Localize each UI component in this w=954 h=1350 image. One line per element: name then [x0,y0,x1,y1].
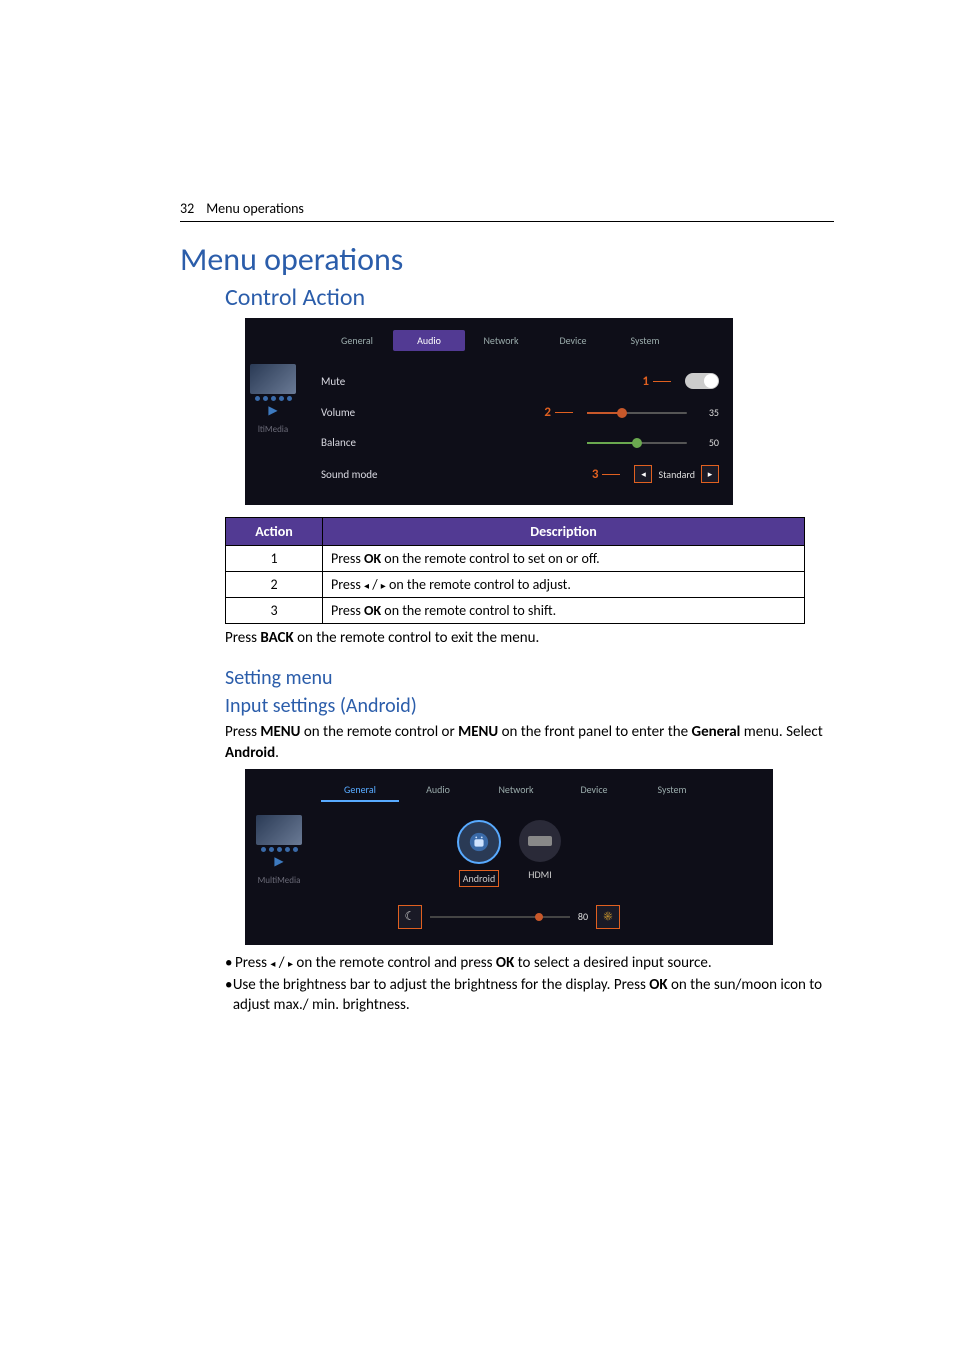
osd2-tabs: General Audio Network Device System [321,779,759,802]
tab-system[interactable]: System [633,779,711,802]
osd-audio-screenshot: ▶ ltiMedia General Audio Network Device … [245,318,733,505]
moon-icon[interactable]: ☾ [398,905,422,929]
android-icon [457,820,501,864]
th-description: Description [323,518,805,546]
bullet-2: • Use the brightness bar to adjust the b… [225,975,834,1016]
arrow-left-icon[interactable]: ◂ [634,465,652,483]
action-idx-1: 1 [226,546,323,572]
exit-menu-line: Press BACK on the remote control to exit… [225,628,834,648]
row-soundmode: Sound mode 3 ◂ Standard ▸ [259,457,719,491]
row-balance: Balance 50 [259,428,719,457]
mute-toggle[interactable] [685,373,719,389]
brightness-row: ☾ 80 ☀ [259,905,759,929]
bullet-1: • Press ◂ / ▸ on the remote control and … [225,953,834,973]
action-table: Action Description 1 Press OK on the rem… [225,517,805,624]
source-hdmi-label: HDMI [528,868,551,881]
osd-general-screenshot: ▶ MultiMedia General Audio Network Devic… [245,769,773,945]
heading-setting-menu: Setting menu [225,666,834,690]
hdmi-icon [519,820,561,862]
heading-menu-operations: Menu operations [180,240,834,279]
tab-audio[interactable]: Audio [393,330,465,351]
side-dots [251,847,307,852]
brightness-slider[interactable] [430,916,570,918]
side-thumbnail [256,815,302,845]
label-soundmode: Sound mode [321,468,378,481]
play-icon: ▶ [245,403,301,418]
sun-icon[interactable]: ☀ [596,905,620,929]
side-dots [245,396,301,401]
page-header: 32 Menu operations [180,200,834,222]
osd-tabs: General Audio Network Device System [321,330,719,351]
play-icon: ▶ [251,854,307,869]
balance-value: 50 [697,436,719,449]
source-android-label: Android [459,870,499,887]
osd2-side-graphic: ▶ MultiMedia [251,815,307,886]
th-action: Action [226,518,323,546]
balance-slider[interactable] [587,442,687,444]
action-desc-1: Press OK on the remote control to set on… [323,546,805,572]
tab-device[interactable]: Device [537,330,609,351]
row-volume: Volume 2 35 [259,397,719,428]
action-desc-3: Press OK on the remote control to shift. [323,598,805,624]
callout-2: 2 [544,405,577,420]
tab-audio[interactable]: Audio [399,779,477,802]
table-row: 1 Press OK on the remote control to set … [226,546,805,572]
label-balance: Balance [321,436,356,449]
side-thumbnail [250,364,296,394]
volume-slider[interactable] [587,412,687,414]
tab-system[interactable]: System [609,330,681,351]
side-label: MultiMedia [251,875,307,886]
arrow-right-icon[interactable]: ▸ [701,465,719,483]
label-volume: Volume [321,406,355,419]
side-label: ltiMedia [245,424,301,435]
page-section: Menu operations [206,200,304,217]
input-sources: Android HDMI [259,820,759,887]
tab-general[interactable]: General [321,330,393,351]
soundmode-value: Standard [658,468,695,481]
osd-side-graphic: ▶ ltiMedia [245,364,301,435]
table-row: 2 Press ◂ / ▸ on the remote control to a… [226,572,805,598]
callout-1: 1 [642,374,675,389]
heading-input-settings: Input settings (Android) [225,694,834,718]
input-intro: Press MENU on the remote control or MENU… [225,722,834,763]
table-row: 3 Press OK on the remote control to shif… [226,598,805,624]
heading-control-action: Control Action [225,283,834,312]
tab-general[interactable]: General [321,779,399,802]
tab-network[interactable]: Network [465,330,537,351]
tab-network[interactable]: Network [477,779,555,802]
callout-3: 3 [592,467,625,482]
action-desc-2: Press ◂ / ▸ on the remote control to adj… [323,572,805,598]
page-number: 32 [180,200,194,217]
brightness-value: 80 [578,910,588,923]
source-android[interactable]: Android [457,820,501,887]
source-hdmi[interactable]: HDMI [519,820,561,887]
action-idx-2: 2 [226,572,323,598]
soundmode-selector[interactable]: ◂ Standard ▸ [634,465,719,483]
row-mute: Mute 1 [259,365,719,397]
action-idx-3: 3 [226,598,323,624]
volume-value: 35 [697,406,719,419]
tab-device[interactable]: Device [555,779,633,802]
label-mute: Mute [321,375,345,388]
